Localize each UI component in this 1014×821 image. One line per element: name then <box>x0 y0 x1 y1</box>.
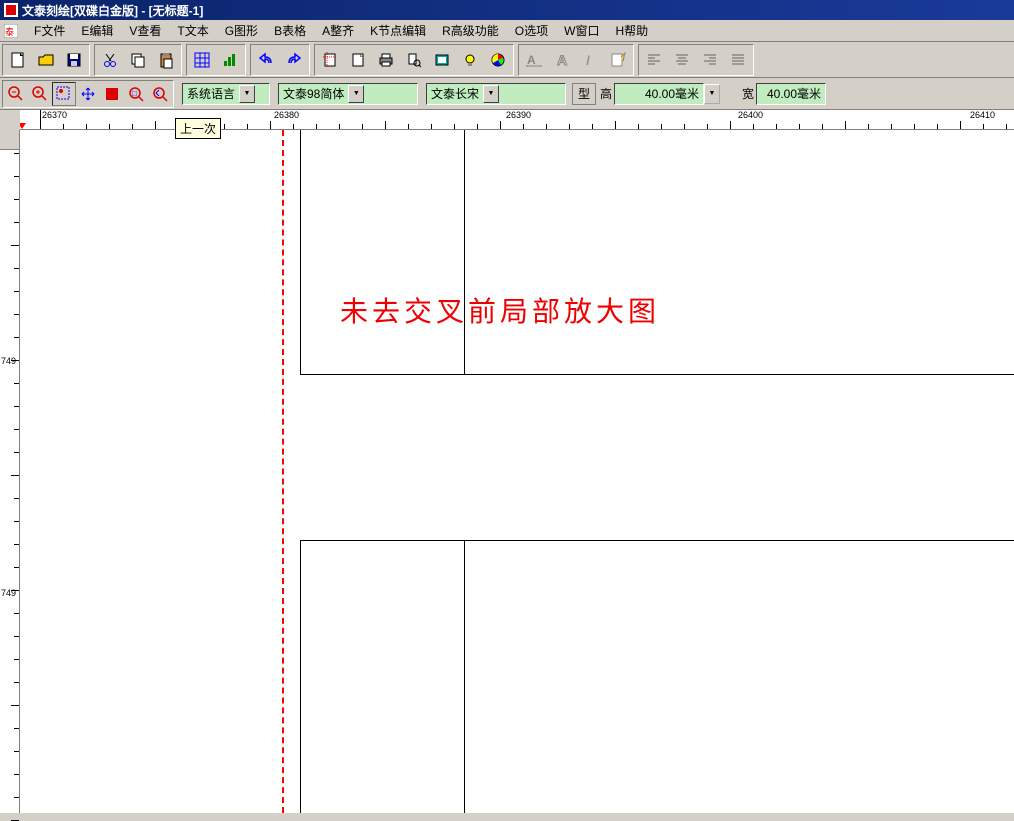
text-outline-button[interactable]: A <box>548 46 576 74</box>
type-button[interactable]: 型 <box>572 83 596 105</box>
menu-edit[interactable]: E编辑 <box>73 21 121 40</box>
new-button[interactable] <box>4 46 32 74</box>
svg-text:□: □ <box>132 89 137 98</box>
toolbar-secondary: □ 系统语言 文泰98简体 文泰长宋 型 高 40.00毫米 ▼ 宽 40.00… <box>0 78 1014 110</box>
language-value: 系统语言 <box>187 85 235 102</box>
zoom-prev-button[interactable] <box>148 82 172 106</box>
text-wide-button[interactable]: A <box>520 46 548 74</box>
menu-arrange[interactable]: A整齐 <box>314 21 362 40</box>
save-button[interactable] <box>60 46 88 74</box>
grid-button[interactable] <box>188 46 216 74</box>
svg-text:A: A <box>527 53 536 67</box>
width-label: 宽 <box>742 85 754 102</box>
align-right-button[interactable] <box>696 46 724 74</box>
page-button[interactable] <box>344 46 372 74</box>
language-dropdown[interactable]: 系统语言 <box>182 83 270 105</box>
drawing-line <box>300 540 1014 541</box>
cut-button[interactable] <box>96 46 124 74</box>
tooltip-text: 上一次 <box>180 122 216 136</box>
font1-value: 文泰98简体 <box>283 85 344 102</box>
ruler-h-tick: 26390 <box>506 110 531 120</box>
menu-help[interactable]: H帮助 <box>607 21 656 40</box>
menu-text[interactable]: T文本 <box>169 21 216 40</box>
red-guide-line <box>282 130 284 813</box>
doc-icon: 泰 <box>4 24 18 38</box>
ruler-h-tick: 26410 <box>970 110 995 120</box>
ruler-h-tick: 26370 <box>42 110 67 120</box>
font2-value: 文泰长宋 <box>431 85 479 102</box>
drawing-line <box>300 130 301 374</box>
height-label: 高 <box>600 85 612 102</box>
pan-button[interactable] <box>76 82 100 106</box>
height-value: 40.00毫米 <box>645 85 699 102</box>
height-dropdown-arrow[interactable]: ▼ <box>704 84 720 104</box>
tooltip: 上一次 <box>175 118 221 139</box>
copy-button[interactable] <box>124 46 152 74</box>
menu-table[interactable]: B表格 <box>266 21 314 40</box>
align-left-button[interactable] <box>640 46 668 74</box>
svg-text:A: A <box>557 52 567 68</box>
open-button[interactable] <box>32 46 60 74</box>
fill-red-button[interactable] <box>100 82 124 106</box>
color-wheel-button[interactable] <box>484 46 512 74</box>
drawing-line <box>300 374 1014 375</box>
drawing-line <box>300 540 301 813</box>
ruler-v-tick: 749 <box>1 356 16 366</box>
menu-options[interactable]: O选项 <box>507 21 556 40</box>
ruler-h-tick: 26400 <box>738 110 763 120</box>
ruler-marker[interactable] <box>20 123 26 129</box>
undo-button[interactable] <box>252 46 280 74</box>
menu-advanced[interactable]: R高级功能 <box>434 21 507 40</box>
ruler-corner <box>0 130 20 150</box>
page-crop-button[interactable] <box>316 46 344 74</box>
workspace: 749 749 未去交叉前局部放大图 上一次 <box>0 130 1014 813</box>
app-icon <box>4 3 18 17</box>
bulb-button[interactable] <box>456 46 484 74</box>
align-justify-button[interactable] <box>724 46 752 74</box>
width-field[interactable]: 40.00毫米 <box>756 83 826 105</box>
menu-graphic[interactable]: G图形 <box>217 21 266 40</box>
drawing-line <box>464 540 465 813</box>
menu-file[interactable]: F文件 <box>26 21 73 40</box>
print-button[interactable] <box>372 46 400 74</box>
text-italic-button[interactable]: I <box>576 46 604 74</box>
dropdown-arrow-icon <box>239 85 255 103</box>
text-edit-button[interactable] <box>604 46 632 74</box>
zoom-out-button[interactable] <box>4 82 28 106</box>
font1-dropdown[interactable]: 文泰98简体 <box>278 83 418 105</box>
width-value: 40.00毫米 <box>767 85 821 102</box>
zoom-fit-button[interactable]: □ <box>124 82 148 106</box>
menu-node[interactable]: K节点编辑 <box>362 21 434 40</box>
zoom-select-button[interactable] <box>52 82 76 106</box>
paste-button[interactable] <box>152 46 180 74</box>
title-bar: 文泰刻绘[双碟白金版] - [无标题-1] <box>0 0 1014 20</box>
dropdown-arrow-icon <box>348 85 364 103</box>
canvas-annotation: 未去交叉前局部放大图 <box>340 290 660 330</box>
drawing-line <box>464 130 465 374</box>
cut-plot-button[interactable] <box>428 46 456 74</box>
redo-button[interactable] <box>280 46 308 74</box>
zoom-in-button[interactable] <box>28 82 52 106</box>
svg-text:I: I <box>586 52 590 68</box>
ruler-horizontal[interactable]: 26370 26380 26390 26400 26410 <box>20 110 1014 130</box>
ruler-vertical[interactable]: 749 749 <box>0 130 20 813</box>
menu-view[interactable]: V查看 <box>121 21 169 40</box>
canvas[interactable]: 未去交叉前局部放大图 <box>20 130 1014 813</box>
align-center-button[interactable] <box>668 46 696 74</box>
svg-text:泰: 泰 <box>5 26 14 37</box>
ruler-h-tick: 26380 <box>274 110 299 120</box>
bars-button[interactable] <box>216 46 244 74</box>
menu-window[interactable]: W窗口 <box>556 21 607 40</box>
menu-bar: 泰 F文件 E编辑 V查看 T文本 G图形 B表格 A整齐 K节点编辑 R高级功… <box>0 20 1014 42</box>
preview-button[interactable] <box>400 46 428 74</box>
dropdown-arrow-icon <box>483 85 499 103</box>
window-title: 文泰刻绘[双碟白金版] - [无标题-1] <box>22 2 203 19</box>
type-label: 型 <box>578 85 590 102</box>
toolbar-main: A A I <box>0 42 1014 78</box>
font2-dropdown[interactable]: 文泰长宋 <box>426 83 566 105</box>
height-field[interactable]: 40.00毫米 <box>614 83 704 105</box>
